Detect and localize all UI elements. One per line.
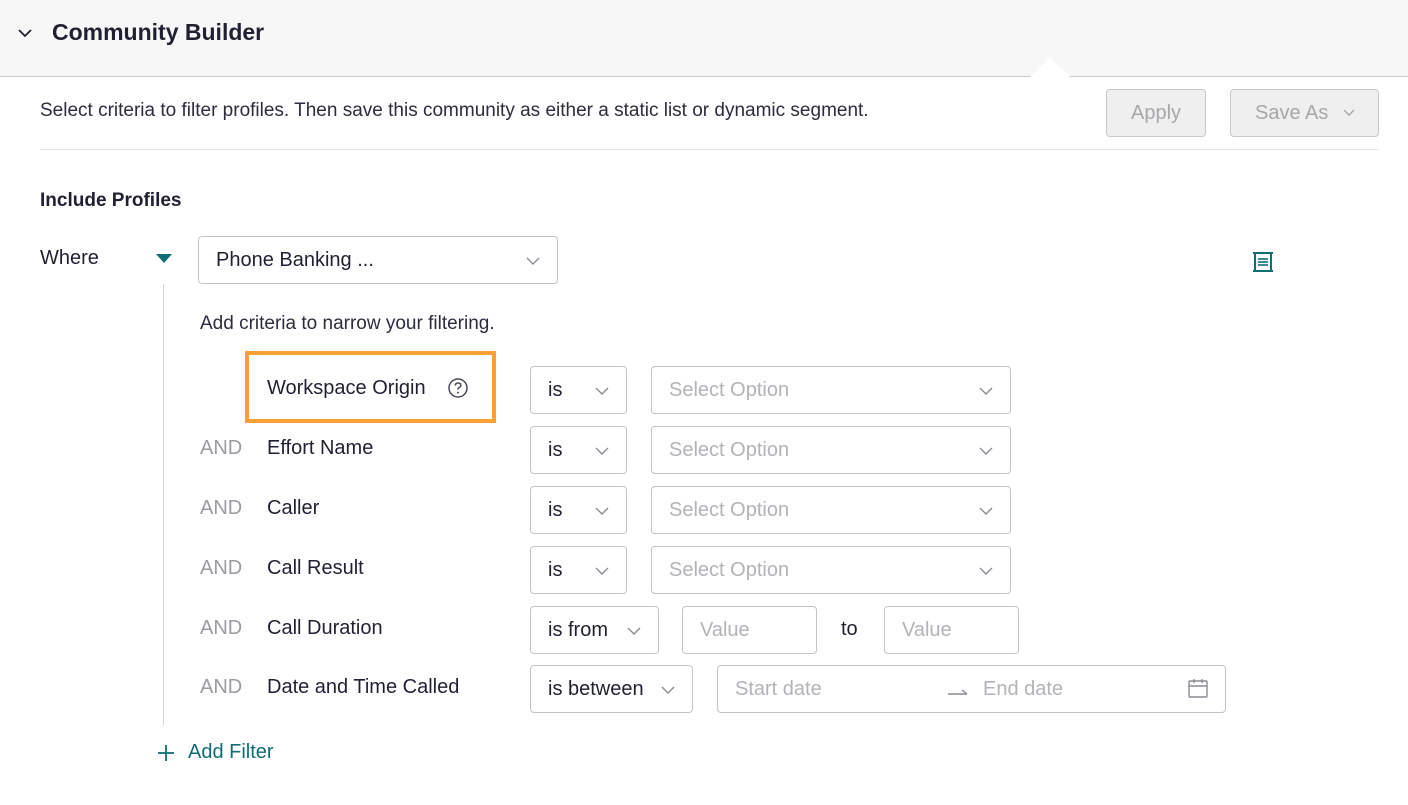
operator-select-value: is [548, 558, 563, 581]
plus-icon [158, 744, 174, 761]
duration-to-input[interactable]: Value [884, 606, 1019, 654]
add-filter-label: Add Filter [188, 741, 274, 763]
chevron-down-icon [1343, 109, 1355, 116]
section-header: Community Builder [0, 0, 1408, 77]
duration-to-placeholder: Value [902, 618, 952, 641]
chevron-down-icon [595, 387, 609, 395]
collapse-triangle-icon[interactable] [156, 254, 172, 263]
add-filter-button[interactable]: Add Filter [156, 741, 274, 764]
and-conjunction: AND [200, 497, 243, 519]
chevron-down-icon [526, 257, 540, 265]
group-connector-line [163, 284, 164, 725]
and-conjunction: AND [200, 437, 243, 459]
range-to-label: to [841, 618, 858, 640]
operator-select-value: is [548, 378, 563, 401]
pointer-notch [1030, 57, 1070, 77]
chevron-down-icon [979, 507, 993, 515]
and-conjunction: AND [200, 676, 243, 698]
start-date-placeholder: Start date [735, 677, 822, 700]
apply-button-label: Apply [1130, 101, 1182, 124]
end-date-placeholder: End date [983, 677, 1064, 700]
chevron-down-icon [979, 387, 993, 395]
duration-from-placeholder: Value [700, 618, 750, 641]
chevron-down-icon [595, 567, 609, 575]
layout-icon[interactable] [1253, 251, 1273, 273]
filter-field-label: Date and Time Called [267, 676, 460, 698]
operator-select-value: is between [548, 677, 644, 700]
operator-select[interactable]: is [530, 546, 627, 594]
operator-select[interactable]: is from [530, 606, 659, 654]
chevron-down-icon[interactable] [16, 24, 34, 42]
operator-select-value: is from [548, 618, 608, 641]
value-select-placeholder: Select Option [669, 378, 790, 401]
duration-from-input[interactable]: Value [682, 606, 817, 654]
apply-button[interactable]: Apply [1106, 89, 1206, 137]
value-select[interactable]: Select Option [651, 426, 1011, 474]
chevron-down-icon [595, 507, 609, 515]
operator-select-value: is [548, 498, 563, 521]
where-label: Where [40, 247, 99, 269]
date-range-picker[interactable]: Start date End date [717, 665, 1226, 713]
operator-select[interactable]: is between [530, 665, 693, 713]
operator-select[interactable]: is [530, 366, 627, 414]
value-select-placeholder: Select Option [669, 498, 790, 521]
filter-field-label: Workspace Origin [267, 377, 426, 399]
chevron-down-icon [979, 567, 993, 575]
filter-field-label: Call Duration [267, 617, 383, 639]
save-as-button-label: Save As [1255, 101, 1329, 124]
help-icon[interactable] [447, 377, 469, 399]
value-select-placeholder: Select Option [669, 558, 790, 581]
operator-select-value: is [548, 438, 563, 461]
calendar-icon[interactable] [1187, 677, 1209, 699]
source-select-value: Phone Banking ... [216, 248, 374, 271]
and-conjunction: AND [200, 617, 243, 639]
source-select[interactable]: Phone Banking ... [198, 236, 558, 284]
filter-field-label: Caller [267, 497, 320, 519]
value-select[interactable]: Select Option [651, 486, 1011, 534]
include-profiles-heading: Include Profiles [40, 190, 182, 211]
divider [40, 149, 1379, 150]
save-as-button[interactable]: Save As [1230, 89, 1379, 137]
and-conjunction: AND [200, 557, 243, 579]
value-select-placeholder: Select Option [669, 438, 790, 461]
section-title: Community Builder [52, 19, 265, 45]
builder-description: Select criteria to filter profiles. Then… [40, 100, 869, 121]
filter-field-label: Effort Name [267, 437, 374, 459]
chevron-down-icon [979, 447, 993, 455]
value-select[interactable]: Select Option [651, 366, 1011, 414]
value-select[interactable]: Select Option [651, 546, 1011, 594]
filter-hint: Add criteria to narrow your filtering. [200, 313, 495, 334]
filter-field-label: Call Result [267, 557, 364, 579]
chevron-down-icon [595, 447, 609, 455]
chevron-down-icon [627, 627, 641, 635]
operator-select[interactable]: is [530, 486, 627, 534]
chevron-down-icon [661, 686, 675, 694]
operator-select[interactable]: is [530, 426, 627, 474]
arrow-right-icon [948, 689, 968, 695]
